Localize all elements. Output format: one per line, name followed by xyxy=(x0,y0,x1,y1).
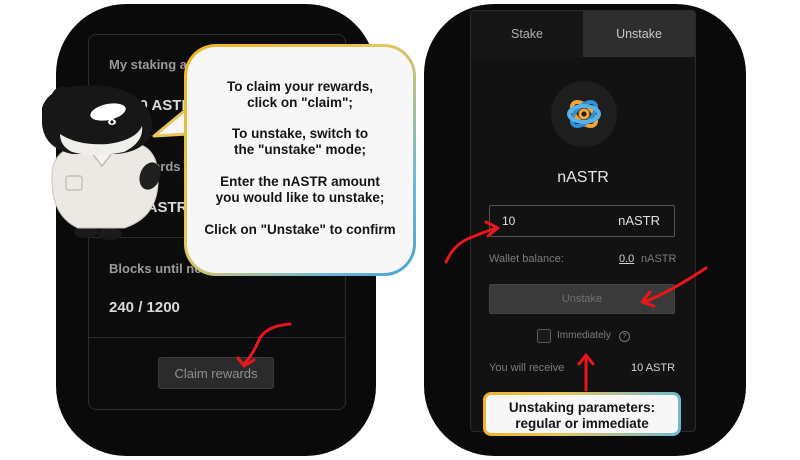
divider xyxy=(89,337,345,338)
bubble-line: To unstake, switch to xyxy=(231,126,369,141)
unstaking-params-callout: Unstaking parameters: regular or immedia… xyxy=(483,392,681,436)
immediately-label: Immediately xyxy=(557,330,611,341)
bubble-line: the "unstake" mode; xyxy=(233,142,367,157)
help-icon[interactable]: ? xyxy=(619,331,630,342)
wallet-balance-value[interactable]: 0.0 xyxy=(619,253,634,265)
callout-line: regular or immediate xyxy=(515,416,649,431)
amount-input-unit: nASTR xyxy=(618,213,660,228)
red-arrow-to-unstake xyxy=(640,266,708,308)
nastr-token-icon xyxy=(551,81,617,147)
amount-input[interactable]: 10 nASTR xyxy=(489,205,675,237)
bubble-line: Enter the nASTR amount xyxy=(220,174,380,189)
orca-mascot-illustration xyxy=(42,85,161,240)
token-name: nASTR xyxy=(557,169,609,186)
receive-label: You will receive xyxy=(489,362,565,374)
red-arrow-to-immediately xyxy=(577,353,595,392)
bubble-line: Click on "Unstake" to confirm xyxy=(204,222,396,237)
bubble-line: To claim your rewards, xyxy=(226,79,374,94)
bubble-line: click on "claim"; xyxy=(247,95,353,110)
receive-value: 10 ASTR xyxy=(631,362,676,374)
immediately-checkbox[interactable] xyxy=(537,329,551,343)
blocks-value: 240 / 1200 xyxy=(109,299,180,316)
tab-unstake[interactable]: Unstake xyxy=(583,11,695,57)
red-arrow-to-amount xyxy=(444,220,500,264)
tab-stake[interactable]: Stake xyxy=(471,11,583,57)
bubble-line: you would like to unstake; xyxy=(215,190,385,205)
red-arrow-to-claim xyxy=(236,322,292,368)
instructions-speech-bubble: To claim your rewards, click on "claim";… xyxy=(184,44,416,276)
callout-line: Unstaking parameters: xyxy=(508,400,656,415)
